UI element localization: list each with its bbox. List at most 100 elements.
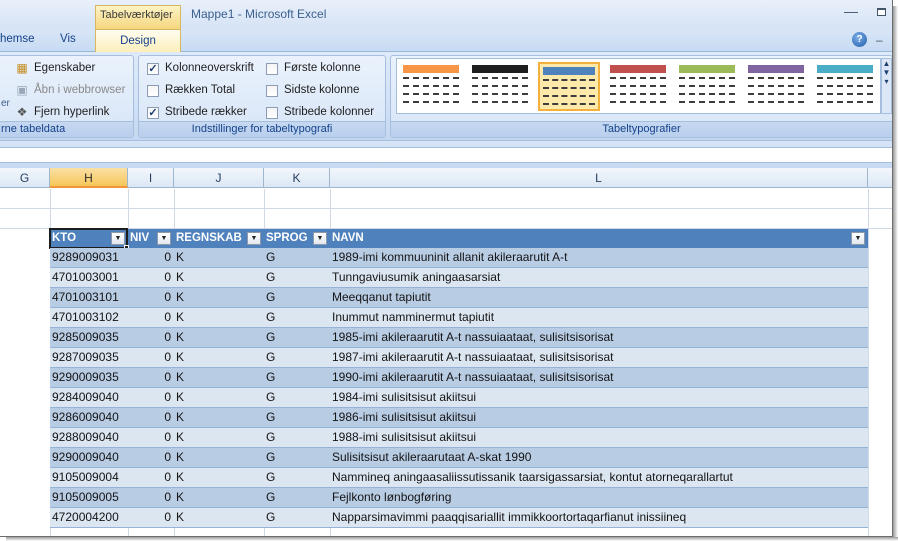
cell-navn[interactable]: 1986-imi sulisitsisut akiitsui [330,408,868,427]
cell-kto[interactable]: 9284009040 [50,388,128,407]
properties-button[interactable]: Egenskaber [34,62,95,74]
cell-regnskab[interactable]: K [174,248,264,267]
column-header-j[interactable]: J [174,168,264,188]
cell-niv[interactable]: 0 [128,308,174,327]
column-header-h[interactable]: H [50,168,128,188]
cell-niv[interactable]: 0 [128,508,174,527]
cell-regnskab[interactable]: K [174,428,264,447]
column-header-k[interactable]: K [264,168,330,188]
cell-kto[interactable]: 9288009040 [50,428,128,447]
filter-dropdown-icon[interactable]: ▼ [851,232,865,245]
cell-sprog[interactable]: G [264,368,330,387]
column-header-l[interactable]: L [330,168,868,188]
cell-navn[interactable]: Inummut namminermut tapiutit [330,308,868,327]
cell-navn[interactable]: Napparsimavimmi paaqqisariallit immikkoo… [330,508,868,527]
cell-regnskab[interactable]: K [174,328,264,347]
cell-niv[interactable]: 0 [128,328,174,347]
cell-regnskab[interactable]: K [174,348,264,367]
checkbox-header-row[interactable]: ✓ [147,63,159,75]
cell-navn[interactable]: Nammineq aningaasaliissutissanik taarsig… [330,468,868,487]
cell-navn[interactable]: 1985-imi akileraarutit A-t nassuiaataat,… [330,328,868,347]
cell-navn[interactable]: 1989-imi kommuuninit allanit akileraarut… [330,248,868,267]
cell-regnskab[interactable]: K [174,368,264,387]
cell-kto[interactable]: 4701003101 [50,288,128,307]
cell-navn[interactable]: 1990-imi akileraarutit A-t nassuiaataat,… [330,368,868,387]
table-style-swatch-style-aqua[interactable] [814,62,876,111]
cell-navn[interactable]: 1984-imi sulisitsisut akiitsui [330,388,868,407]
cell-niv[interactable]: 0 [128,428,174,447]
cell-niv[interactable]: 0 [128,248,174,267]
cell-kto[interactable]: 9287009035 [50,348,128,367]
cell-kto[interactable]: 9290009035 [50,368,128,387]
table-row[interactable]: 9290009040 0 K G Sulisitsisut akileraarutaat… [50,448,868,468]
cell-niv[interactable]: 0 [128,388,174,407]
ribbon-minimize-icon[interactable]: – [876,33,883,47]
cell-regnskab[interactable]: K [174,508,264,527]
filter-dropdown-icon[interactable]: ▼ [313,232,327,245]
worksheet-grid[interactable]: KTO ▼ NIV ▼ REGNSKAB ▼ SPROG ▼ NAVN ▼ 92… [0,189,892,536]
column-header-i[interactable]: I [128,168,174,188]
cell-sprog[interactable]: G [264,388,330,407]
cell-navn[interactable]: Meeqqanut tapiutit [330,288,868,307]
table-row[interactable]: 9289009031 0 K G 1989-imi kommuuninit allani… [50,248,868,268]
cell-regnskab[interactable]: K [174,268,264,287]
cell-sprog[interactable]: G [264,248,330,267]
table-style-swatch-style-red[interactable] [607,62,669,111]
cell-niv[interactable]: 0 [128,408,174,427]
table-style-swatch-style-blue[interactable] [538,62,600,111]
table-row[interactable]: 9286009040 0 K G 1986-imi sulisitsisut akiit… [50,408,868,428]
table-row[interactable]: 9105009004 0 K G Nammineq aningaasaliissutis… [50,468,868,488]
checkbox-banded-rows[interactable]: ✓ [147,107,159,119]
cell-regnskab[interactable]: K [174,408,264,427]
checkbox-banded-columns[interactable] [266,107,278,119]
cell-sprog[interactable]: G [264,408,330,427]
cell-navn[interactable]: 1988-imi sulisitsisut akiitsui [330,428,868,447]
cell-kto[interactable]: 4720004200 [50,508,128,527]
cell-regnskab[interactable]: K [174,288,264,307]
minimize-button[interactable]: — [844,3,858,19]
cell-sprog[interactable]: G [264,308,330,327]
cell-sprog[interactable]: G [264,328,330,347]
table-row[interactable]: 9290009035 0 K G 1990-imi akileraarutit A-t … [50,368,868,388]
cell-regnskab[interactable]: K [174,488,264,507]
filter-dropdown-icon[interactable]: ▼ [247,232,261,245]
cell-niv[interactable]: 0 [128,368,174,387]
checkbox-total-row[interactable] [147,85,159,97]
cell-regnskab[interactable]: K [174,388,264,407]
cell-kto[interactable]: 9290009040 [50,448,128,467]
cell-navn[interactable]: Fejlkonto lønbogføring [330,488,868,507]
table-style-swatch-style-orange[interactable] [400,62,462,111]
tab-design[interactable]: Design [95,29,181,53]
remove-hyperlink-button[interactable]: Fjern hyperlink [34,106,109,118]
cell-sprog[interactable]: G [264,268,330,287]
cell-regnskab[interactable]: K [174,468,264,487]
table-row[interactable]: 9287009035 0 K G 1987-imi akileraarutit A-t … [50,348,868,368]
checkbox-last-column[interactable] [266,85,278,97]
cell-kto[interactable]: 4701003102 [50,308,128,327]
table-row[interactable]: 4701003001 0 K G Tunngaviusumik aningaasarsi… [50,268,868,288]
cell-navn[interactable]: 1987-imi akileraarutit A-t nassuiaataat,… [330,348,868,367]
table-row[interactable]: 4720004200 0 K G Napparsimavimmi paaqqisaria… [50,508,868,528]
cell-sprog[interactable]: G [264,348,330,367]
cell-sprog[interactable]: G [264,468,330,487]
cell-niv[interactable]: 0 [128,488,174,507]
cell-navn[interactable]: Sulisitsisut akileraarutaat A-skat 1990 [330,448,868,467]
cell-kto[interactable]: 9285009035 [50,328,128,347]
table-row[interactable]: 9284009040 0 K G 1984-imi sulisitsisut akiit… [50,388,868,408]
column-header-g[interactable]: G [0,168,50,188]
cell-sprog[interactable]: G [264,448,330,467]
checkbox-first-column[interactable] [266,63,278,75]
gallery-scroll[interactable]: ▲ ▼ ▾ [881,58,892,114]
formula-input[interactable] [0,147,892,163]
table-row[interactable]: 9285009035 0 K G 1985-imi akileraarutit A-t … [50,328,868,348]
cell-sprog[interactable]: G [264,488,330,507]
table-row[interactable]: 9105009005 0 K G Fejlkonto lønbogføring [50,488,868,508]
cell-sprog[interactable]: G [264,288,330,307]
cell-sprog[interactable]: G [264,508,330,527]
tab-partial[interactable]: hemse [0,33,35,45]
cell-niv[interactable]: 0 [128,348,174,367]
cell-kto[interactable]: 4701003001 [50,268,128,287]
table-row[interactable]: 4701003101 0 K G Meeqqanut tapiutit [50,288,868,308]
cell-regnskab[interactable]: K [174,308,264,327]
cell-sprog[interactable]: G [264,428,330,447]
